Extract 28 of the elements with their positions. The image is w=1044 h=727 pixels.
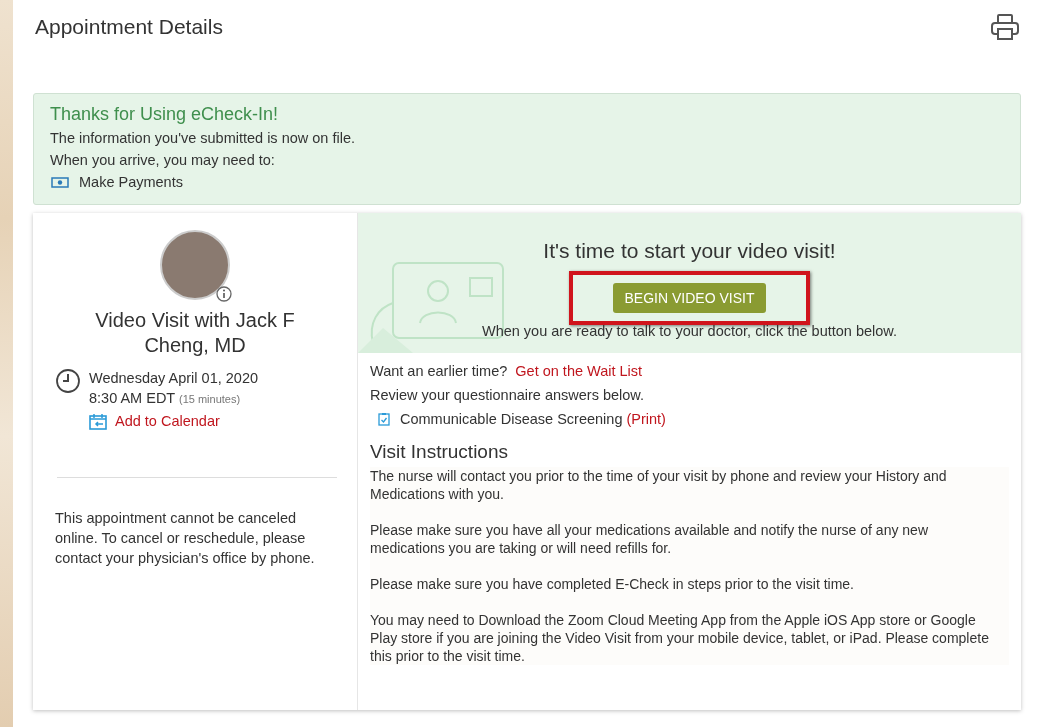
appointment-date: Wednesday April 01, 2020 [89, 369, 258, 388]
task-label: Make Payments [79, 174, 183, 190]
video-heading: It's time to start your video visit! [543, 239, 836, 263]
questionnaire-prompt: Review your questionnaire answers below. [370, 387, 646, 403]
info-icon[interactable] [216, 286, 232, 302]
questionnaire-name: Communicable Disease Screening [400, 411, 623, 427]
cancel-note: This appointment cannot be canceled online. To cancel or reschedule, please contact your physician's office by phone. [55, 509, 316, 568]
add-to-calendar-link[interactable]: Add to Calendar [115, 411, 220, 431]
instruction-paragraph: The nurse will contact you prior to the time of your visit by phone and review your History and Medications with you. [370, 467, 948, 503]
clock-icon [55, 368, 81, 394]
notice-prompt: When you arrive, you may need to: [50, 152, 276, 168]
appointment-time: 8:30 AM EDT (15 minutes) [89, 389, 242, 408]
calendar-icon [89, 412, 107, 430]
waitlist-prompt: Want an earlier time? [370, 363, 508, 379]
instruction-paragraph: You may need to Download the Zoom Cloud Meeting App from the Apple iOS App store or Google Play store if you are joining the Video Visit from your mobile device, tablet, or iPad. Please complete this prior to the visit time. [370, 611, 990, 665]
video-hint: When you are ready to talk to your doctor, click the button below. [481, 323, 898, 339]
print-link[interactable]: (Print) [626, 411, 666, 427]
wait-list-link[interactable]: Get on the Wait List [515, 363, 643, 379]
instructions-heading: Visit Instructions [370, 441, 509, 463]
notice-title: Thanks for Using eCheck-In! [50, 104, 280, 125]
money-icon [51, 176, 69, 188]
notice-message: The information you've submitted is now on file. [50, 130, 356, 146]
appointment-title: Video Visit with Jack F Cheng, MD [94, 308, 296, 358]
clipboard-check-icon [378, 412, 390, 426]
instruction-paragraph: Please make sure you have all your medications available and notify the nurse of any new medications you are taking or will need refills for. [370, 521, 929, 557]
printer-icon[interactable] [990, 14, 1020, 40]
instruction-paragraph: Please make sure you have completed E-Check in steps prior to the visit time. [370, 575, 855, 593]
page-title: Appointment Details [35, 15, 223, 39]
